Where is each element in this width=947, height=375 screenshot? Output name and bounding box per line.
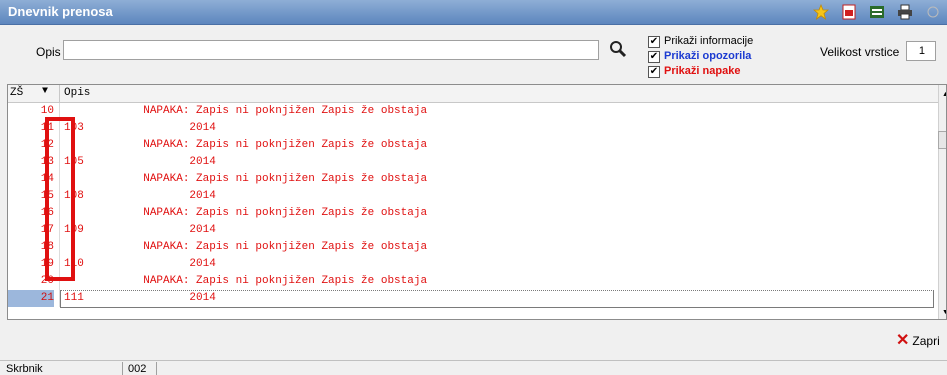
row-description: 111 2014 — [64, 292, 216, 304]
grid-rows: 10 NAPAKA: Zapis ni poknjižen Zapis že o… — [8, 103, 938, 308]
grid-header: ZŠ ▼ Opis — [8, 85, 946, 103]
table-row[interactable]: 20 NAPAKA: Zapis ni poknjižen Zapis že o… — [8, 273, 938, 290]
close-button-label: Zapri — [912, 334, 940, 348]
table-row[interactable]: 19 110 2014 — [8, 256, 938, 273]
window-titlebar: Dnevnik prenosa — [0, 0, 947, 25]
close-icon: ✕ — [896, 332, 910, 349]
print-icon[interactable] — [895, 3, 915, 21]
show-errors-checkbox[interactable]: ✔ — [648, 65, 660, 78]
show-info-label: Prikaži informacije — [664, 35, 754, 47]
row-description: 108 2014 — [64, 190, 216, 202]
table-row[interactable]: 12 NAPAKA: Zapis ni poknjižen Zapis že o… — [8, 137, 938, 154]
column-divider[interactable] — [59, 85, 60, 102]
show-errors-label: Prikaži napake — [664, 65, 741, 77]
log-grid: ZŠ ▼ Opis 10 NAPAKA: Zapis ni poknjižen … — [7, 84, 947, 320]
close-button[interactable]: ✕ Zapri — [896, 332, 940, 349]
status-divider — [122, 362, 123, 375]
filter-panel: Opis ✔ Prikaži informacije ✔ Prikaži opo… — [0, 25, 947, 81]
table-row[interactable]: 14 NAPAKA: Zapis ni poknjižen Zapis že o… — [8, 171, 938, 188]
status-bar: Skrbnik 002 — [0, 360, 947, 375]
opis-label: Opis — [36, 45, 61, 59]
scroll-down-icon[interactable]: ▼ — [942, 309, 946, 316]
show-warnings-checkbox[interactable]: ✔ — [648, 50, 660, 63]
table-row[interactable]: 10 NAPAKA: Zapis ni poknjižen Zapis že o… — [8, 103, 938, 120]
table-row[interactable]: 18 NAPAKA: Zapis ni poknjižen Zapis že o… — [8, 239, 938, 256]
row-description: NAPAKA: Zapis ni poknjižen Zapis že obst… — [64, 173, 428, 185]
row-description: NAPAKA: Zapis ni poknjižen Zapis že obst… — [64, 139, 428, 151]
dialog-footer: ✕ Zapri — [0, 323, 947, 358]
row-description: NAPAKA: Zapis ni poknjižen Zapis že obst… — [64, 241, 428, 253]
show-warnings-label: Prikaži opozorila — [664, 50, 752, 62]
row-description: 110 2014 — [64, 258, 216, 270]
opis-search-input[interactable] — [63, 40, 599, 60]
table-row[interactable]: 17 109 2014 — [8, 222, 938, 239]
show-errors-option[interactable]: ✔ Prikaži napake — [648, 64, 753, 79]
table-row[interactable]: 13 105 2014 — [8, 154, 938, 171]
row-number: 21 — [8, 290, 54, 307]
row-size-spinner[interactable]: 1 — [906, 41, 936, 61]
scrollbar-thumb[interactable] — [938, 131, 946, 149]
row-description: NAPAKA: Zapis ni poknjižen Zapis že obst… — [64, 105, 428, 117]
star-icon[interactable] — [811, 3, 831, 21]
search-icon[interactable] — [608, 39, 628, 59]
table-row[interactable]: 11 103 2014 — [8, 120, 938, 137]
toolbar — [811, 3, 943, 21]
column-header-opis[interactable]: Opis — [64, 87, 90, 99]
annotation-highlight-box — [45, 117, 75, 281]
column-header-zs[interactable]: ZŠ — [10, 87, 23, 99]
status-user: Skrbnik — [6, 363, 43, 375]
pdf-export-icon[interactable] — [839, 3, 859, 21]
window-title: Dnevnik prenosa — [8, 4, 113, 19]
status-code: 002 — [128, 363, 147, 375]
scroll-up-icon[interactable]: ▲ — [942, 91, 946, 98]
row-description: NAPAKA: Zapis ni poknjižen Zapis že obst… — [64, 207, 428, 219]
table-row[interactable]: 16 NAPAKA: Zapis ni poknjižen Zapis že o… — [8, 205, 938, 222]
row-description: 105 2014 — [64, 156, 216, 168]
row-description: NAPAKA: Zapis ni poknjižen Zapis že obst… — [64, 275, 428, 287]
row-description: 109 2014 — [64, 224, 216, 236]
row-description: 103 2014 — [64, 122, 216, 134]
vertical-scrollbar[interactable] — [938, 85, 946, 319]
show-info-option[interactable]: ✔ Prikaži informacije — [648, 34, 753, 49]
show-info-checkbox[interactable]: ✔ — [648, 35, 660, 48]
message-type-filters: ✔ Prikaži informacije ✔ Prikaži opozoril… — [648, 34, 753, 79]
excel-export-icon[interactable] — [867, 3, 887, 21]
help-icon[interactable] — [923, 3, 943, 21]
status-divider — [156, 362, 157, 375]
show-warnings-option[interactable]: ✔ Prikaži opozorila — [648, 49, 753, 64]
row-size-label: Velikost vrstice — [820, 45, 900, 59]
sort-desc-icon[interactable]: ▼ — [42, 86, 48, 97]
table-row[interactable]: 21 111 2014 — [8, 290, 938, 308]
table-row[interactable]: 15 108 2014 — [8, 188, 938, 205]
